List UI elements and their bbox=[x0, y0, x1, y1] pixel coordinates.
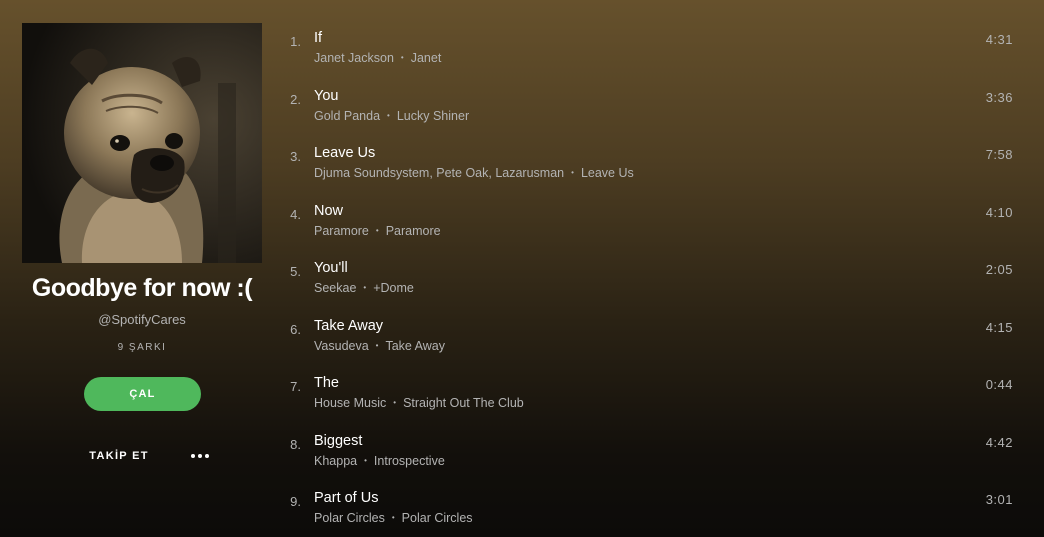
track-album-link[interactable]: Take Away bbox=[385, 339, 445, 353]
track-album-link[interactable]: Introspective bbox=[374, 454, 445, 468]
track-title[interactable]: Part of Us bbox=[314, 490, 378, 506]
track-artist-link[interactable]: Djuma Soundsystem, Pete Oak, Lazarusman bbox=[314, 166, 564, 180]
track-album-link[interactable]: Paramore bbox=[386, 224, 441, 238]
separator-dot: • bbox=[375, 340, 379, 350]
separator-dot: • bbox=[400, 53, 404, 62]
track-album-link[interactable]: Polar Circles bbox=[402, 511, 473, 525]
track-duration: 3:36 bbox=[985, 89, 1013, 105]
track-title[interactable]: Biggest bbox=[314, 433, 362, 449]
playlist-owner-link[interactable]: @SpotifyCares bbox=[0, 312, 284, 327]
separator-dot: • bbox=[393, 398, 397, 407]
track-title[interactable]: Now bbox=[314, 203, 343, 219]
track-album-link[interactable]: Janet bbox=[411, 51, 442, 65]
more-icon[interactable] bbox=[186, 447, 214, 465]
track-number: 2. bbox=[290, 91, 301, 107]
track-duration: 4:31 bbox=[985, 32, 1013, 47]
track-title[interactable]: If bbox=[314, 30, 322, 46]
more-dot bbox=[191, 454, 195, 458]
track-number: 7. bbox=[290, 379, 301, 394]
pug-cover-art bbox=[22, 23, 262, 263]
track-row[interactable]: 8. Biggest Khappa • Introspective 4:42 bbox=[284, 429, 1024, 487]
playlist-title: Goodbye for now :( bbox=[31, 274, 253, 302]
song-count: 9 ŞARKI bbox=[117, 342, 167, 353]
track-duration: 7:58 bbox=[985, 147, 1013, 162]
track-meta: Gold Panda • Lucky Shiner bbox=[314, 109, 469, 123]
track-title[interactable]: Leave Us bbox=[314, 145, 375, 161]
track-artist-link[interactable]: Gold Panda bbox=[314, 109, 380, 123]
track-row[interactable]: 3. Leave Us Djuma Soundsystem, Pete Oak, L… bbox=[284, 141, 1024, 199]
track-meta: Khappa • Introspective bbox=[314, 454, 445, 468]
track-artist-link[interactable]: Janet Jackson bbox=[314, 51, 394, 65]
track-artist-link[interactable]: Khappa bbox=[314, 454, 357, 468]
track-duration: 4:10 bbox=[985, 204, 1013, 220]
track-artist-link[interactable]: Vasudeva bbox=[314, 339, 369, 353]
track-row[interactable]: 5. You'll Seekae • +Dome 2:05 bbox=[284, 256, 1024, 314]
track-duration: 3:01 bbox=[985, 492, 1013, 507]
tracklist: 1. If Janet Jackson • Janet 4:31 2. You Gold Pan… bbox=[284, 26, 1024, 537]
track-title[interactable]: The bbox=[314, 375, 339, 391]
track-row[interactable]: 1. If Janet Jackson • Janet 4:31 bbox=[284, 26, 1024, 84]
track-duration: 0:44 bbox=[985, 377, 1013, 392]
track-duration: 2:05 bbox=[985, 262, 1013, 277]
track-meta: House Music • Straight Out The Club bbox=[314, 396, 524, 410]
track-row[interactable]: 9. Part of Us Polar Circles • Polar Circles 3… bbox=[284, 486, 1024, 537]
track-row[interactable]: 6. Take Away Vasudeva • Take Away 4:15 bbox=[284, 314, 1024, 372]
track-album-link[interactable]: Leave Us bbox=[581, 166, 634, 180]
separator-dot: • bbox=[364, 455, 367, 465]
track-number: 9. bbox=[290, 494, 301, 509]
track-row[interactable]: 7. The House Music • Straight Out The Club 0:… bbox=[284, 371, 1024, 429]
play-button[interactable]: ÇAL bbox=[84, 377, 201, 411]
track-artist-link[interactable]: Paramore bbox=[314, 224, 369, 238]
track-duration: 4:15 bbox=[985, 319, 1013, 335]
track-number: 4. bbox=[290, 206, 301, 222]
playlist-cover-image[interactable] bbox=[22, 23, 262, 263]
track-number: 8. bbox=[290, 436, 301, 452]
track-number: 6. bbox=[290, 321, 301, 337]
separator-dot: • bbox=[387, 110, 390, 120]
track-meta: Janet Jackson • Janet bbox=[314, 51, 441, 65]
follow-button[interactable]: TAKİP ET bbox=[84, 448, 154, 464]
more-dot bbox=[205, 454, 209, 458]
track-artist-link[interactable]: Seekae bbox=[314, 281, 356, 295]
track-meta: Vasudeva • Take Away bbox=[314, 339, 445, 353]
track-duration: 4:42 bbox=[985, 434, 1013, 450]
track-artist-link[interactable]: House Music bbox=[314, 396, 386, 410]
track-meta: Polar Circles • Polar Circles bbox=[314, 511, 473, 525]
separator-dot: • bbox=[375, 225, 379, 235]
track-album-link[interactable]: +Dome bbox=[373, 281, 414, 295]
track-row[interactable]: 4. Now Paramore • Paramore 4:10 bbox=[284, 199, 1024, 257]
separator-dot: • bbox=[363, 283, 367, 292]
playlist-sidebar: Goodbye for now :( @SpotifyCares 9 ŞARKI… bbox=[0, 0, 284, 537]
track-album-link[interactable]: Straight Out The Club bbox=[403, 396, 524, 410]
track-title[interactable]: You bbox=[314, 88, 338, 104]
track-artist-link[interactable]: Polar Circles bbox=[314, 511, 385, 525]
track-row[interactable]: 2. You Gold Panda • Lucky Shiner 3:36 bbox=[284, 84, 1024, 142]
track-number: 5. bbox=[290, 264, 301, 279]
track-title[interactable]: Take Away bbox=[314, 318, 383, 334]
track-meta: Seekae • +Dome bbox=[314, 281, 414, 295]
track-album-link[interactable]: Lucky Shiner bbox=[397, 109, 469, 123]
separator-dot: • bbox=[391, 513, 395, 522]
track-meta: Djuma Soundsystem, Pete Oak, Lazarusman •… bbox=[314, 166, 634, 180]
track-number: 1. bbox=[290, 34, 301, 49]
more-dot bbox=[198, 454, 202, 458]
track-meta: Paramore • Paramore bbox=[314, 224, 441, 238]
track-title[interactable]: You'll bbox=[314, 260, 348, 276]
track-number: 3. bbox=[290, 149, 301, 164]
separator-dot: • bbox=[571, 168, 574, 177]
